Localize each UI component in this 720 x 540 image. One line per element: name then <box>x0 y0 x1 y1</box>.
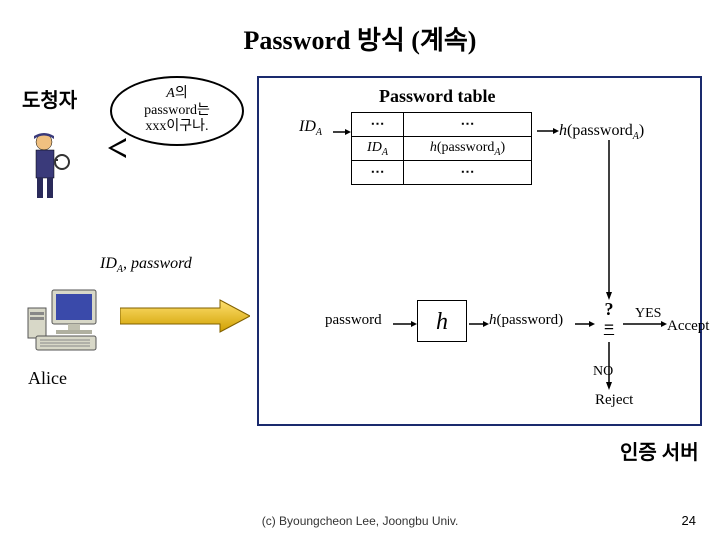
arrow-icon <box>537 127 559 135</box>
ida-password-label: IDA, password <box>100 255 192 275</box>
speech-bubble: A의 password는 xxx이구나. <box>110 76 244 146</box>
auth-server-box: Password table IDA ⋯⋯ IDA h(passwordA) ⋯… <box>257 76 702 426</box>
hash-function-box: h <box>417 300 467 342</box>
speech-bubble-tail <box>108 138 126 158</box>
alice-label: Alice <box>28 368 67 389</box>
yes-label: YES <box>635 306 661 322</box>
arrow-icon <box>393 320 417 328</box>
arrow-down-icon <box>605 140 613 300</box>
footer-copyright: (c) Byoungcheon Lee, Joongbu Univ. <box>0 514 720 528</box>
hpassword-output-label: h(password) <box>489 312 563 329</box>
ida-input-label: IDA <box>299 118 322 138</box>
arrow-icon <box>333 128 351 136</box>
arrow-icon <box>575 320 595 328</box>
computer-icon <box>26 288 104 352</box>
bubble-line1: A의 <box>166 86 187 103</box>
page-number: 24 <box>682 513 696 528</box>
table-row: IDA h(passwordA) <box>352 137 532 161</box>
accept-label: Accept <box>667 318 709 335</box>
compare-op: ?= <box>594 300 624 342</box>
spy-icon <box>24 130 74 200</box>
big-arrow-icon <box>120 298 250 334</box>
slide-title: Password 방식 (계속) <box>0 20 720 57</box>
password-table: ⋯⋯ IDA h(passwordA) ⋯⋯ <box>351 112 532 185</box>
arrow-icon <box>469 320 489 328</box>
eavesdropper-label: 도청자 <box>22 84 77 113</box>
reject-label: Reject <box>595 392 633 409</box>
no-label: NO <box>593 364 613 380</box>
bubble-line2: password는 <box>144 103 210 120</box>
hpass-output-label: h(passwordA) <box>559 122 644 142</box>
password-input-label: password <box>325 312 382 329</box>
password-table-title: Password table <box>379 86 496 107</box>
table-row: ⋯⋯ <box>352 113 532 137</box>
bubble-line3: xxx이구나. <box>145 119 208 136</box>
table-row: ⋯⋯ <box>352 161 532 185</box>
server-label: 인증 서버 <box>620 436 699 465</box>
